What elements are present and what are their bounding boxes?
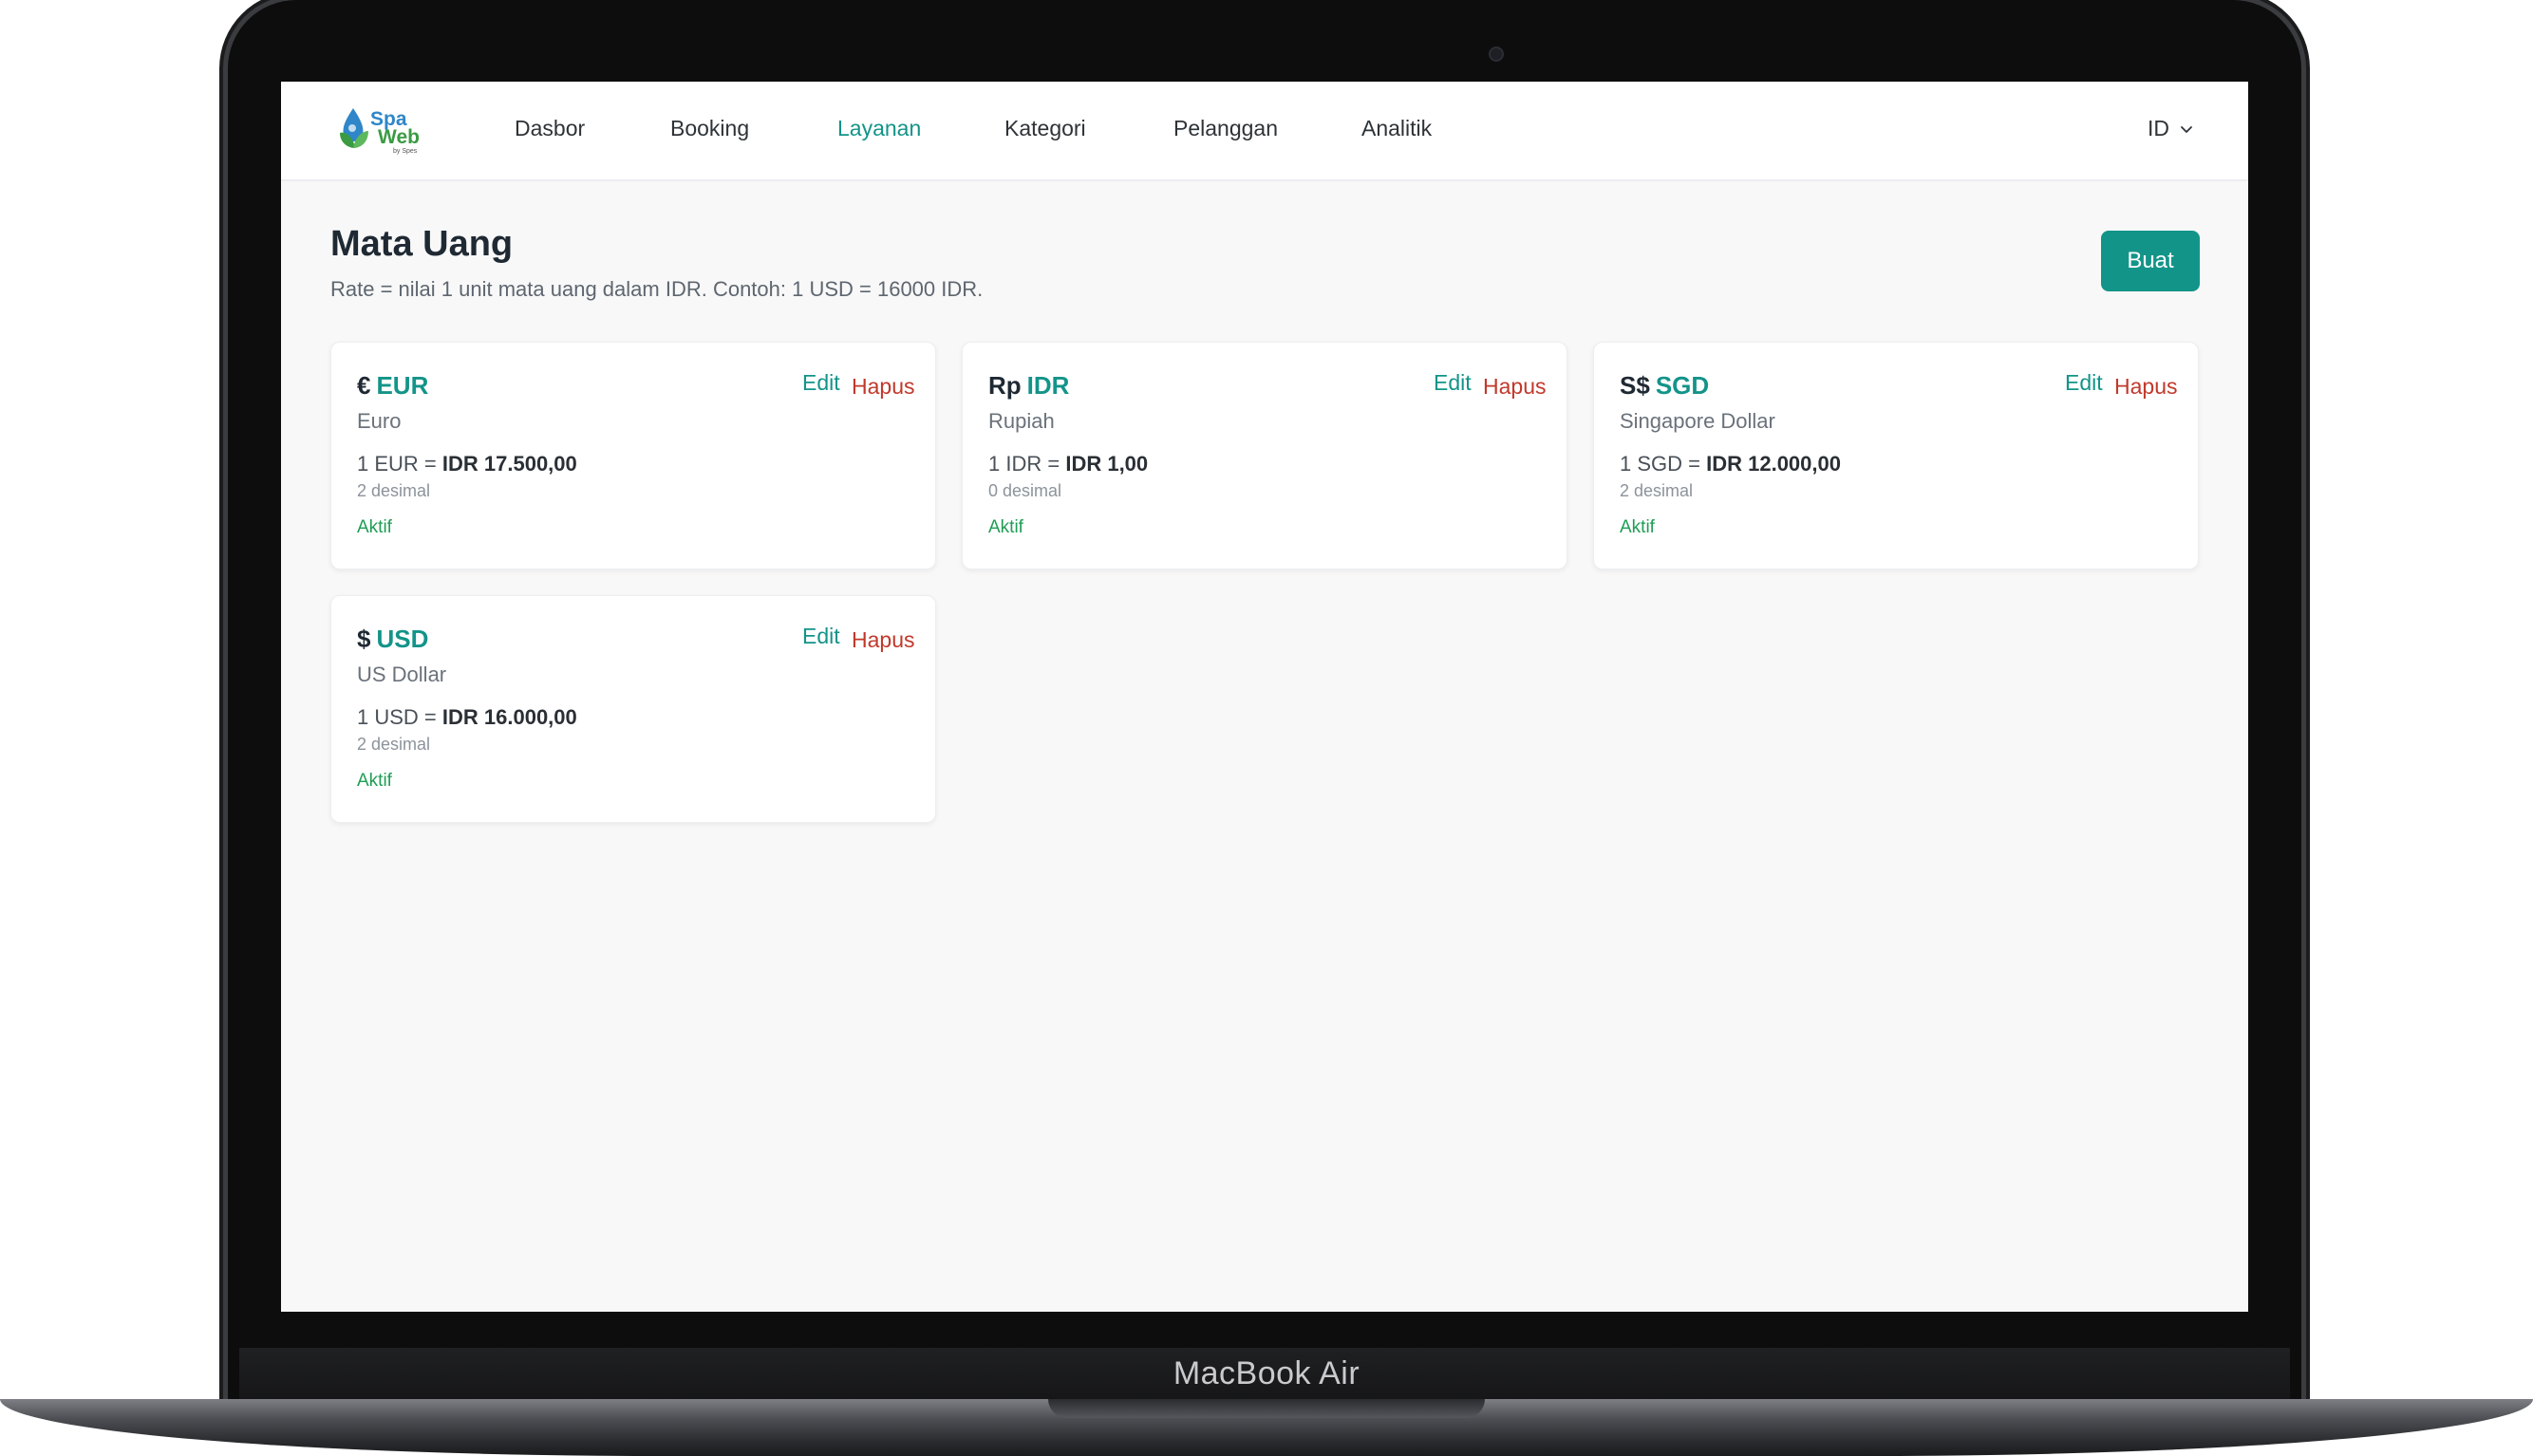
currency-symbol: Rp [988,371,1022,400]
currency-code: SGD [1655,371,1710,400]
nav-booking[interactable]: Booking [670,116,749,141]
top-navbar: Spa Web by Spes Dasbor Booking Layanan K… [281,82,2248,181]
currency-name: Singapore Dollar [1620,409,1775,433]
currency-decimals: 2 desimal [357,481,431,500]
create-button[interactable]: Buat [2101,231,2200,291]
currency-heading: Rp IDR [988,371,1069,401]
currency-name: US Dollar [357,663,447,686]
currency-name: Rupiah [988,409,1055,433]
currency-decimals: 2 desimal [357,735,431,754]
currency-decimals: 0 desimal [988,481,1062,500]
delete-link[interactable]: Hapus [2114,374,2177,400]
rate-prefix: 1 EUR = [357,452,437,476]
logo-text-web: Web [378,126,420,148]
rate-value: IDR 17.500,00 [441,452,577,476]
currency-card-eur: € EUR Edit Hapus Euro 1 EUR = IDR 17.500,… [330,342,936,569]
rate-prefix: 1 SGD = [1620,452,1700,476]
currency-rate: 1 IDR = IDR 1,00 [988,452,1148,476]
logo-tagline: by Spes [393,148,418,155]
delete-link[interactable]: Hapus [1483,374,1546,400]
language-selector[interactable]: ID [2148,116,2194,141]
currency-heading: S$ SGD [1620,371,1709,401]
currency-heading: $ USD [357,625,428,654]
delete-link[interactable]: Hapus [852,627,914,653]
rate-prefix: 1 USD = [357,705,437,729]
currency-heading: € EUR [357,371,428,401]
currency-name: Euro [357,409,402,433]
currency-card-sgd: S$ SGD Edit Hapus Singapore Dollar 1 SGD … [1593,342,2199,569]
language-label: ID [2148,116,2169,140]
edit-link[interactable]: Edit [1434,370,1472,396]
edit-link[interactable]: Edit [802,624,840,649]
nav-analitik[interactable]: Analitik [1361,116,1432,141]
device-label: MacBook Air [1173,1355,1360,1391]
currency-code: USD [376,625,429,653]
nav-pelanggan[interactable]: Pelanggan [1173,116,1278,141]
status-badge: Aktif [988,517,1023,537]
currency-rate: 1 USD = IDR 16.000,00 [357,705,577,730]
currency-symbol: S$ [1620,371,1650,400]
nav-kategori[interactable]: Kategori [1004,116,1086,141]
laptop-hinge-notch [1048,1399,1485,1418]
delete-link[interactable]: Hapus [852,374,914,400]
page-subtitle: Rate = nilai 1 unit mata uang dalam IDR.… [330,277,984,301]
spaweb-logo[interactable]: Spa Web by Spes [336,103,427,156]
currency-card-usd: $ USD Edit Hapus US Dollar 1 USD = IDR 16… [330,595,936,823]
currency-rate: 1 EUR = IDR 17.500,00 [357,452,577,476]
rate-value: IDR 1,00 [1065,452,1149,476]
app-screen: Spa Web by Spes Dasbor Booking Layanan K… [281,82,2248,1312]
currency-decimals: 2 desimal [1620,481,1694,500]
rate-value: IDR 12.000,00 [1706,452,1841,476]
camera-icon [1489,47,1504,62]
currency-symbol: € [357,371,371,400]
currency-rate: 1 SGD = IDR 12.000,00 [1620,452,1841,476]
currency-code: IDR [1026,371,1070,400]
currency-code: EUR [376,371,429,400]
status-badge: Aktif [357,517,392,537]
edit-link[interactable]: Edit [802,370,840,396]
nav-dasbor[interactable]: Dasbor [515,116,585,141]
rate-prefix: 1 IDR = [988,452,1060,476]
currency-card-idr: Rp IDR Edit Hapus Rupiah 1 IDR = IDR 1,00… [962,342,1567,569]
status-badge: Aktif [1620,517,1655,537]
page-title: Mata Uang [330,224,514,264]
currency-symbol: $ [357,625,371,653]
status-badge: Aktif [357,771,392,791]
rate-value: IDR 16.000,00 [441,705,577,729]
chevron-down-icon [2181,125,2192,133]
edit-link[interactable]: Edit [2065,370,2103,396]
nav-layanan[interactable]: Layanan [837,116,921,141]
